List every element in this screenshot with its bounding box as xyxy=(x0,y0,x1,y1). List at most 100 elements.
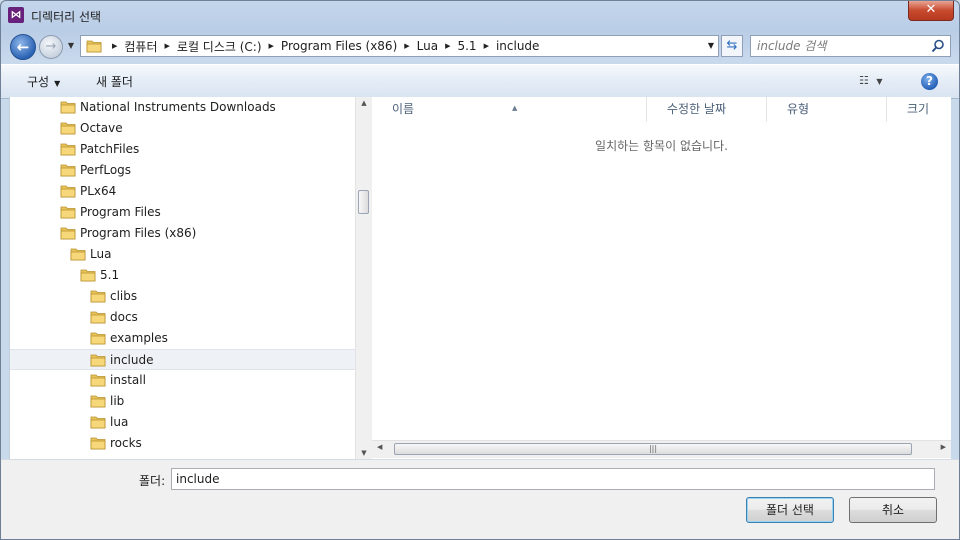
breadcrumb-item[interactable]: Lua xyxy=(417,39,438,53)
breadcrumb-item[interactable]: include xyxy=(496,39,539,53)
empty-list-message: 일치하는 항목이 없습니다. xyxy=(595,139,728,153)
column-header-modified[interactable]: 수정한 날짜 xyxy=(647,97,767,122)
recent-locations-button[interactable]: ▼ xyxy=(66,41,76,51)
column-header-size[interactable]: 크기 xyxy=(887,97,951,122)
scrollbar-thumb[interactable] xyxy=(358,190,369,214)
breadcrumb: ▶ 컴퓨터 ▶ 로컬 디스크 (C:) ▶ Program Files (x86) ▶ Lua… xyxy=(105,36,539,56)
search-box xyxy=(750,35,951,57)
tree-item[interactable]: lib xyxy=(10,391,356,412)
tree-item[interactable]: docs xyxy=(10,307,356,328)
search-icon[interactable] xyxy=(931,39,945,53)
tree-item-label: Octave xyxy=(80,121,123,135)
folder-icon xyxy=(70,248,86,261)
view-options-button[interactable]: ☷ ▼ xyxy=(859,74,895,90)
chevron-right-icon[interactable]: ▶ xyxy=(112,42,117,50)
tree-vertical-scrollbar[interactable]: ▲ ▼ xyxy=(355,97,372,459)
column-header-name[interactable]: 이름 ▲ xyxy=(372,97,647,122)
scroll-left-icon[interactable]: ◀ xyxy=(377,443,382,451)
tree-item-label: lua xyxy=(110,415,129,429)
tree-item[interactable]: 5.1 xyxy=(10,265,356,286)
scroll-down-icon[interactable]: ▼ xyxy=(356,449,372,457)
organize-button[interactable]: 구성 ▼ xyxy=(27,73,60,90)
select-folder-button[interactable]: 폴더 선택 xyxy=(746,497,834,523)
tree-item[interactable]: install xyxy=(10,370,356,391)
visual-studio-icon: ⋈ xyxy=(8,7,24,23)
folder-icon xyxy=(90,311,106,324)
tree-item-label: PerfLogs xyxy=(80,163,132,177)
breadcrumb-item[interactable]: Program Files (x86) xyxy=(281,39,397,53)
folder-icon xyxy=(90,290,106,303)
chevron-down-icon: ▼ xyxy=(54,79,61,88)
folder-icon xyxy=(60,143,76,156)
title-bar[interactable]: ⋈ 디렉터리 선택 ✕ xyxy=(1,1,959,31)
window-title: 디렉터리 선택 xyxy=(31,10,102,24)
folder-icon xyxy=(90,354,106,367)
tree-item[interactable]: PerfLogs xyxy=(10,160,356,181)
column-header-type[interactable]: 유형 xyxy=(767,97,887,122)
tree-item[interactable]: PatchFiles xyxy=(10,139,356,160)
tree-item[interactable]: clibs xyxy=(10,286,356,307)
breadcrumb-item[interactable]: 5.1 xyxy=(457,39,476,53)
tree-item[interactable]: PLx64 xyxy=(10,181,356,202)
chevron-right-icon[interactable]: ▶ xyxy=(445,42,450,50)
scroll-right-icon[interactable]: ▶ xyxy=(941,443,946,451)
back-button[interactable]: ← xyxy=(10,34,36,60)
help-button[interactable]: ? xyxy=(921,73,938,90)
folder-select-dialog: ⋈ 디렉터리 선택 ✕ ← → ▼ ▶ 컴퓨터 ▶ 로컬 디스크 (C:) ▶ Progr… xyxy=(0,0,960,540)
folder-icon xyxy=(60,185,76,198)
tree-item[interactable]: Program Files xyxy=(10,202,356,223)
folder-icon xyxy=(80,269,96,282)
help-icon: ? xyxy=(926,74,933,88)
tree-item[interactable]: Octave xyxy=(10,118,356,139)
back-arrow-icon: ← xyxy=(16,38,30,56)
new-folder-button[interactable]: 새 폴더 xyxy=(96,73,133,90)
sort-ascending-icon: ▲ xyxy=(512,104,518,112)
folder-icon xyxy=(90,395,106,408)
search-input[interactable] xyxy=(757,38,927,54)
file-list: 이름 ▲ 수정한 날짜 유형 크기 일치하는 항목이 없습니다. xyxy=(372,97,951,459)
chevron-right-icon[interactable]: ▶ xyxy=(269,42,274,50)
close-button[interactable]: ✕ xyxy=(908,1,954,21)
folder-icon xyxy=(60,206,76,219)
chevron-right-icon[interactable]: ▶ xyxy=(165,42,170,50)
breadcrumb-item[interactable]: 로컬 디스크 (C:) xyxy=(177,38,262,55)
address-bar[interactable]: ▶ 컴퓨터 ▶ 로컬 디스크 (C:) ▶ Program Files (x86) ▶ Lua… xyxy=(80,35,719,57)
organize-label: 구성 xyxy=(27,75,50,89)
folder-icon xyxy=(86,40,102,53)
cancel-button[interactable]: 취소 xyxy=(849,497,937,523)
folder-icon xyxy=(60,101,76,114)
folder-icon xyxy=(90,332,106,345)
folder-icon xyxy=(90,416,106,429)
file-list-horizontal-scrollbar[interactable]: ◀ ||| ▶ xyxy=(372,440,951,458)
tree-item[interactable]: examples xyxy=(10,328,356,349)
command-bar: 구성 ▼ 새 폴더 ☷ ▼ ? xyxy=(1,64,959,99)
close-icon: ✕ xyxy=(925,2,937,17)
tree-item[interactable]: National Instruments Downloads xyxy=(10,97,356,118)
tree-item-label: PLx64 xyxy=(80,184,117,198)
tree-item[interactable]: include xyxy=(10,349,356,370)
folder-tree: National Instruments Downloads Octave Patc… xyxy=(9,97,372,459)
tree-item-label: Lua xyxy=(90,247,112,261)
scrollbar-thumb[interactable]: ||| xyxy=(394,443,912,455)
tree-item-label: examples xyxy=(110,331,168,345)
address-dropdown-icon[interactable]: ▼ xyxy=(708,41,714,50)
breadcrumb-item[interactable]: 컴퓨터 xyxy=(124,38,157,55)
tree-item[interactable]: lua xyxy=(10,412,356,433)
tree-item-label: clibs xyxy=(110,289,138,303)
refresh-icon: ⇆ xyxy=(726,38,738,53)
chevron-down-icon: ▼ xyxy=(876,77,883,86)
tree-item[interactable]: rocks xyxy=(10,433,356,454)
forward-button[interactable]: → xyxy=(39,35,63,59)
tree-item-label: Program Files (x86) xyxy=(80,226,197,240)
chevron-right-icon[interactable]: ▶ xyxy=(484,42,489,50)
folder-name-field[interactable] xyxy=(171,468,935,490)
chevron-right-icon[interactable]: ▶ xyxy=(404,42,409,50)
folder-icon xyxy=(60,164,76,177)
tree-item[interactable]: Lua xyxy=(10,244,356,265)
folder-name-label: 폴더: xyxy=(139,474,166,488)
forward-arrow-icon: → xyxy=(45,39,57,54)
chevron-down-icon: ▼ xyxy=(67,41,75,50)
scroll-up-icon[interactable]: ▲ xyxy=(356,99,372,107)
tree-item[interactable]: Program Files (x86) xyxy=(10,223,356,244)
refresh-button[interactable]: ⇆ xyxy=(721,35,743,57)
